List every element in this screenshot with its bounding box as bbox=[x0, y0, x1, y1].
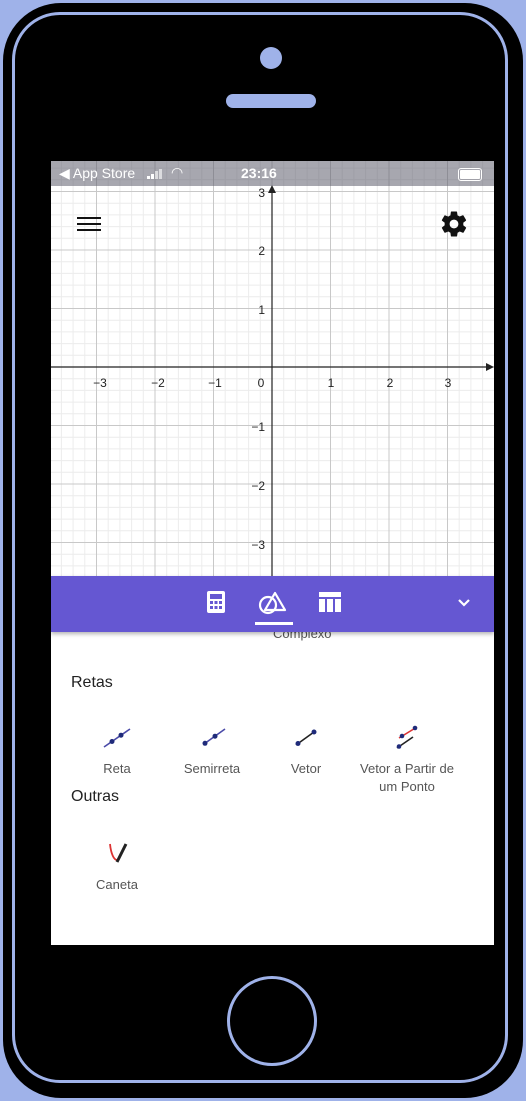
x-tick-label: −1 bbox=[208, 376, 222, 390]
tool-reta[interactable]: Reta bbox=[77, 724, 157, 778]
tool-vetor[interactable]: Vetor bbox=[266, 724, 346, 778]
vector-from-point-icon bbox=[396, 725, 418, 749]
y-tick-label: −2 bbox=[251, 479, 265, 493]
front-camera bbox=[260, 47, 282, 69]
gear-icon[interactable] bbox=[439, 209, 469, 239]
tool-label: Vetor bbox=[290, 761, 322, 776]
tool-label: Reta bbox=[103, 761, 131, 776]
y-tick-label: 3 bbox=[258, 186, 265, 200]
table-icon[interactable] bbox=[318, 590, 342, 614]
battery-icon bbox=[458, 168, 482, 181]
tool-label: Caneta bbox=[96, 877, 138, 892]
tool-vetor-a-partir-de-um-ponto[interactable]: Vetor a Partir de um Ponto bbox=[352, 724, 462, 796]
perspective-toolbar bbox=[51, 576, 494, 632]
geometry-tools-icon[interactable] bbox=[258, 590, 288, 616]
line-icon bbox=[103, 728, 131, 748]
x-tick-label: −3 bbox=[93, 376, 107, 390]
tool-label: Vetor a Partir de um Ponto bbox=[360, 761, 454, 794]
app-screen: −3 −2 −1 0 1 2 3 3 2 1 −1 −2 −3 ◀ App St… bbox=[51, 161, 494, 945]
y-tick-label: 1 bbox=[258, 303, 265, 317]
tool-label: Semirreta bbox=[183, 761, 241, 776]
x-tick-label: 2 bbox=[387, 376, 394, 390]
x-tick-label: 3 bbox=[445, 376, 452, 390]
vector-icon bbox=[295, 729, 317, 746]
x-axis-arrow bbox=[486, 363, 494, 371]
tools-panel: Complexo Retas Reta Semirreta Vetor Veto… bbox=[51, 626, 494, 945]
tool-caneta[interactable]: Caneta bbox=[77, 838, 157, 894]
y-tick-label: −3 bbox=[251, 538, 265, 552]
tool-semirreta[interactable]: Semirreta bbox=[172, 724, 252, 778]
y-tick-label: 2 bbox=[258, 244, 265, 258]
section-title-retas: Retas bbox=[71, 674, 113, 691]
menu-icon[interactable] bbox=[77, 213, 101, 235]
wifi-icon: ◠ bbox=[171, 164, 184, 180]
section-title-outras: Outras bbox=[71, 788, 120, 805]
calculator-icon[interactable] bbox=[206, 590, 226, 614]
x-tick-label: 0 bbox=[258, 376, 265, 390]
pen-icon bbox=[109, 843, 128, 863]
ray-icon bbox=[202, 728, 226, 746]
x-tick-label: −2 bbox=[151, 376, 165, 390]
y-tick-label: −1 bbox=[251, 420, 265, 434]
y-axis-arrow bbox=[268, 185, 276, 193]
active-tab-indicator bbox=[255, 622, 293, 625]
clock: 23:16 bbox=[241, 165, 277, 181]
graphing-view[interactable]: −3 −2 −1 0 1 2 3 3 2 1 −1 −2 −3 bbox=[51, 161, 494, 581]
status-bar: ◀ App Store ◠ 23:16 bbox=[51, 161, 494, 186]
x-tick-label: 1 bbox=[328, 376, 335, 390]
earpiece-speaker bbox=[226, 94, 316, 108]
signal-icon bbox=[147, 169, 162, 179]
back-to-app-store[interactable]: ◀ App Store bbox=[59, 165, 135, 182]
home-button[interactable] bbox=[227, 976, 317, 1066]
chevron-down-icon[interactable] bbox=[455, 594, 473, 612]
